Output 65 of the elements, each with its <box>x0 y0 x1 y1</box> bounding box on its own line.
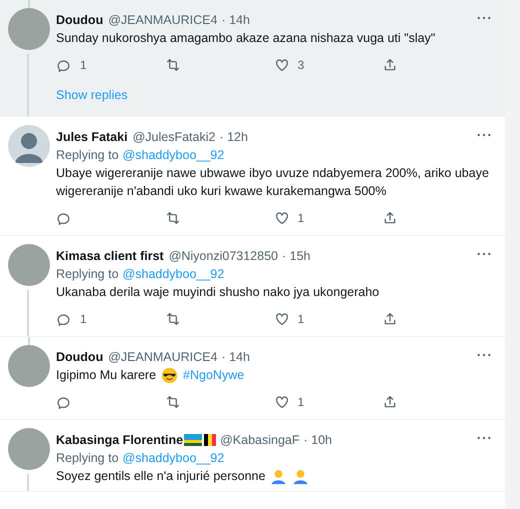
tweet-text: Sunday nukoroshya amagambo akaze azana nishaza vuga uti "slay" <box>56 30 436 47</box>
author-handle[interactable]: @JEANMAURICE4 <box>108 11 218 29</box>
author-name[interactable]: Doudou <box>56 11 104 29</box>
tweet-time[interactable]: · 14h <box>221 348 250 366</box>
like-count: 1 <box>298 210 304 227</box>
heart-icon <box>274 311 290 327</box>
replying-to-label: Replying to <box>56 147 119 164</box>
like-button[interactable] <box>274 57 290 73</box>
more-icon <box>477 252 491 256</box>
replying-to-label: Replying to <box>56 266 119 283</box>
person-emoji-icon <box>270 468 288 484</box>
avatar-photo-placeholder[interactable] <box>8 244 50 286</box>
author-handle[interactable]: @KabasingaF <box>220 431 300 449</box>
like-count: 1 <box>298 311 304 328</box>
share-button[interactable] <box>382 394 398 410</box>
retweet-button[interactable] <box>164 394 181 410</box>
share-button[interactable] <box>382 210 398 226</box>
retweet-icon <box>164 394 181 410</box>
like-button[interactable] <box>274 394 290 410</box>
author-name[interactable]: Kabasinga Florentine <box>56 431 184 449</box>
replying-to-label: Replying to <box>56 450 119 467</box>
share-button[interactable] <box>382 311 398 327</box>
author-name[interactable]: Jules Fataki <box>56 128 128 146</box>
like-count: 3 <box>298 57 304 74</box>
share-button[interactable] <box>382 57 398 73</box>
tweet-time[interactable]: · 10h <box>304 431 332 449</box>
author-handle[interactable]: @JEANMAURICE4 <box>108 348 218 366</box>
like-button[interactable] <box>274 311 290 327</box>
author-handle[interactable]: @JulesFataki2 <box>132 128 216 146</box>
more-icon <box>477 353 491 357</box>
author-handle[interactable]: @Niyonzi07312850 <box>168 247 278 265</box>
retweet-icon <box>164 210 181 226</box>
heart-icon <box>274 394 290 410</box>
author-name[interactable]: Doudou <box>56 348 104 366</box>
more-icon <box>477 436 491 440</box>
retweet-button[interactable] <box>164 311 181 327</box>
retweet-icon <box>164 57 181 73</box>
tweet-time[interactable]: · 12h <box>219 128 248 146</box>
like-button[interactable] <box>274 210 290 226</box>
more-icon <box>477 16 491 20</box>
share-icon <box>382 210 398 226</box>
share-icon <box>382 57 398 73</box>
sunglasses-emoji-icon <box>161 366 178 384</box>
share-icon <box>382 394 398 410</box>
tweet-text: Igipimo Mu karere <box>56 367 156 384</box>
heart-icon <box>274 210 290 226</box>
reply-count: 1 <box>80 311 87 328</box>
author-name[interactable]: Kimasa client first <box>56 247 164 265</box>
avatar-photo-placeholder[interactable] <box>8 345 50 387</box>
more-icon <box>477 133 491 137</box>
share-icon <box>382 311 398 327</box>
retweet-button[interactable] <box>164 210 181 226</box>
retweet-button[interactable] <box>164 57 181 73</box>
tweet-time[interactable]: · 14h <box>221 11 250 29</box>
tweet-time[interactable]: · 15h <box>282 247 310 265</box>
like-count: 1 <box>298 394 304 411</box>
heart-icon <box>274 57 290 73</box>
avatar[interactable] <box>8 125 50 167</box>
retweet-icon <box>164 311 181 327</box>
avatar-photo-placeholder[interactable] <box>8 428 50 470</box>
tweet-text: Ubaye wigereranije nawe ubwawe ibyo uvuze ndabyemera 200%, ariko ubaye wigereranije n'abandi uko kuri kwawe kurakemangwa 500% <box>56 165 490 200</box>
tweet-text: Soyez gentils elle n'a injurié personne <box>56 468 266 485</box>
reply-count: 1 <box>80 57 87 74</box>
tweet-text: Ukanaba derila waje muyindi shusho nako jya ukongeraho <box>56 284 380 301</box>
person-emoji-icon <box>292 468 310 484</box>
